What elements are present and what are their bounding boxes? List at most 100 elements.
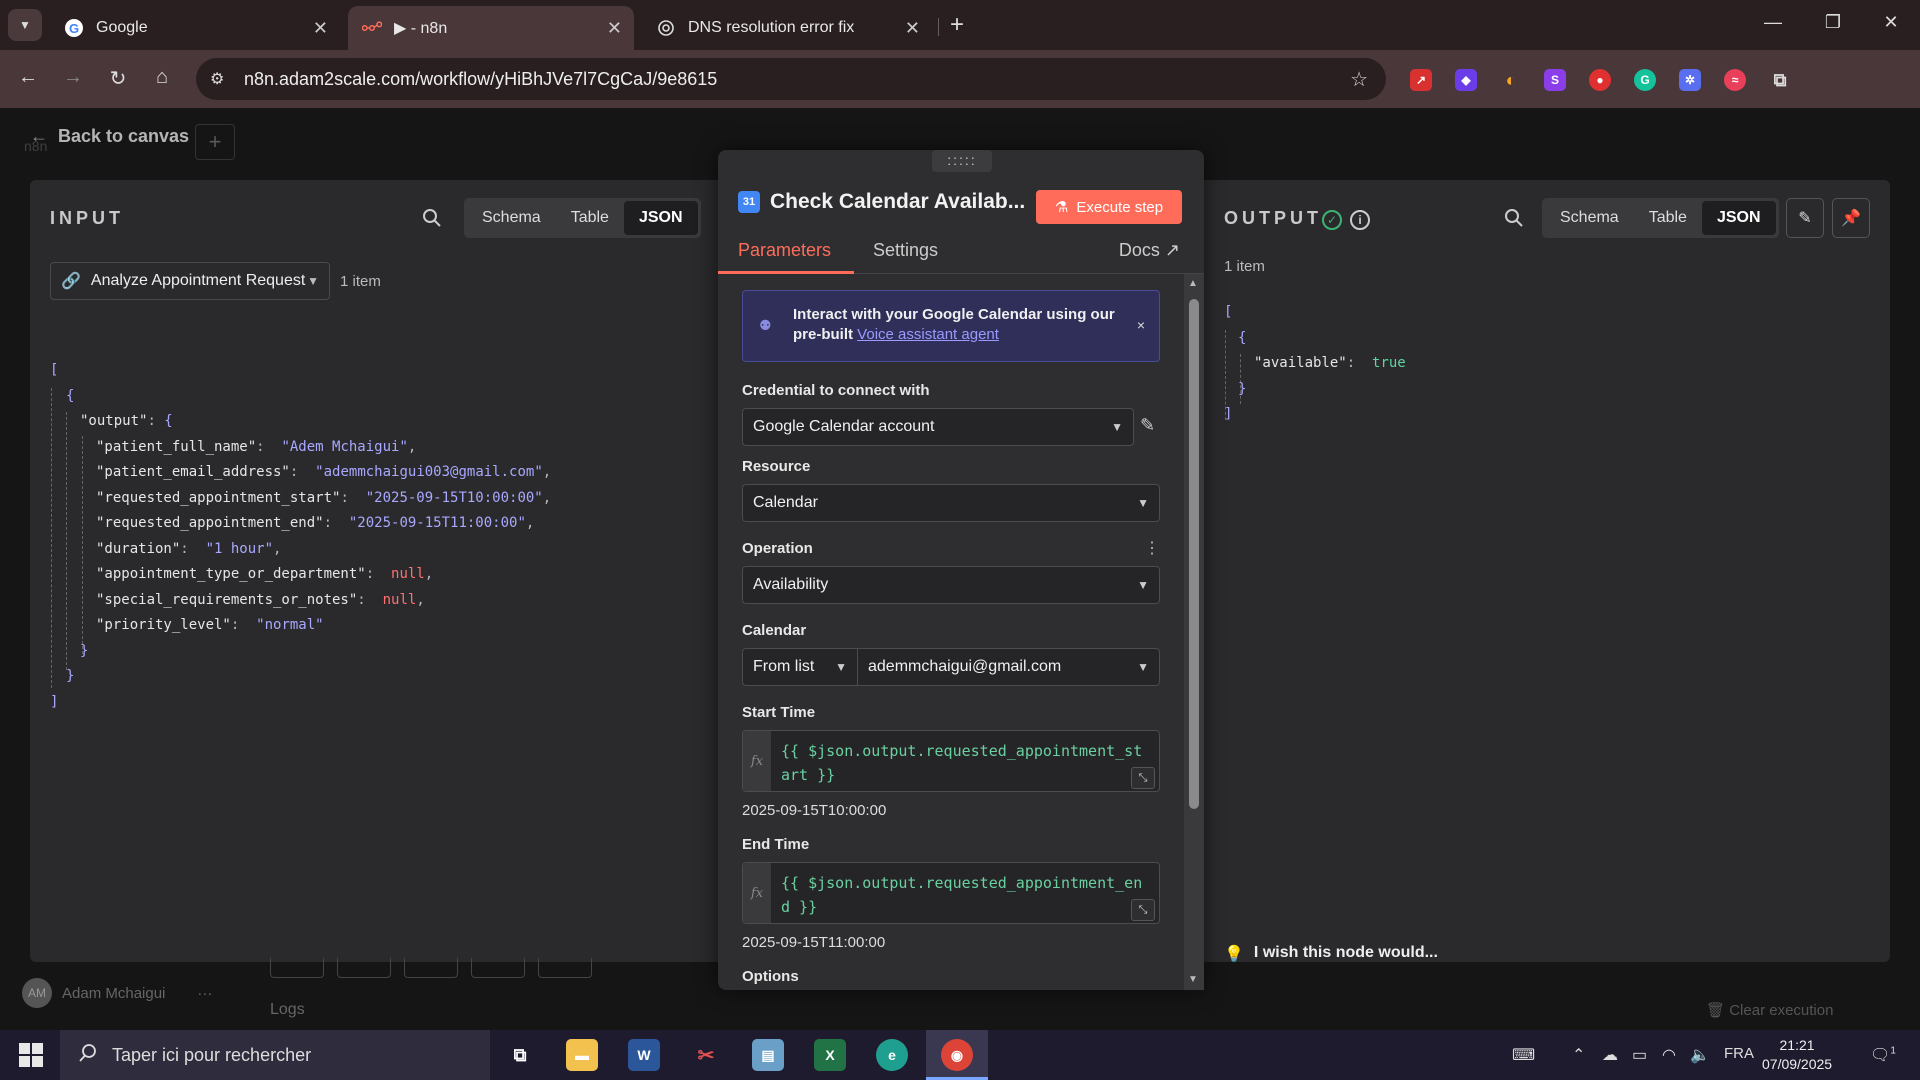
user-menu[interactable]: AM Adam Mchaigui ···: [22, 978, 212, 1008]
parameters-scrollbar[interactable]: ▲ ▼: [1184, 274, 1204, 990]
view-tab-schema[interactable]: Schema: [467, 201, 556, 235]
canvas-control[interactable]: [337, 958, 391, 978]
minimize-button[interactable]: —: [1750, 12, 1796, 33]
onedrive-cloud-icon[interactable]: ☁: [1602, 1045, 1618, 1065]
execute-step-button[interactable]: ⚗ Execute step: [1036, 190, 1182, 224]
feedback-prompt[interactable]: 💡 I wish this node would...: [1224, 944, 1438, 964]
search-icon[interactable]: [1504, 208, 1524, 234]
wifi-icon[interactable]: ◠: [1662, 1045, 1676, 1065]
site-info-icon[interactable]: ⚙: [210, 69, 232, 89]
close-icon[interactable]: ✕: [313, 18, 328, 39]
bookmark-star-icon[interactable]: ☆: [1350, 67, 1368, 92]
field-options-icon[interactable]: ⋮: [1144, 538, 1160, 558]
taskbar-search-input[interactable]: Taper ici pour rechercher: [60, 1030, 490, 1080]
node-title[interactable]: Check Calendar Availab...: [770, 190, 1025, 214]
scroll-up-icon[interactable]: ▲: [1188, 278, 1198, 289]
view-tab-schema[interactable]: Schema: [1545, 201, 1634, 235]
word-icon[interactable]: W: [628, 1039, 660, 1071]
input-json-view: [ { "output": { "patient_full_name": "Ad…: [50, 358, 551, 715]
tray-expand-icon[interactable]: ⌃: [1572, 1045, 1585, 1065]
drag-handle[interactable]: :::::: [932, 150, 992, 172]
url-text[interactable]: n8n.adam2scale.com/workflow/yHiBhJVe7l7C…: [244, 69, 717, 90]
address-bar[interactable]: ⚙ n8n.adam2scale.com/workflow/yHiBhJVe7l…: [196, 58, 1386, 100]
keyboard-icon[interactable]: ⌨: [1512, 1045, 1535, 1065]
output-item-count: 1 item: [1224, 258, 1265, 275]
extension-arrow-icon[interactable]: ↗: [1410, 69, 1432, 91]
scroll-down-icon[interactable]: ▼: [1188, 974, 1198, 985]
language-indicator[interactable]: FRA: [1724, 1045, 1754, 1062]
input-source-node-select[interactable]: 🔗 Analyze Appointment Request ▼: [50, 262, 330, 300]
scroll-thumb[interactable]: [1189, 299, 1199, 809]
resource-select[interactable]: Calendar ▼: [742, 484, 1160, 522]
home-icon[interactable]: ⌂: [148, 66, 176, 89]
json-value: true: [1372, 355, 1406, 371]
view-tab-table[interactable]: Table: [556, 201, 624, 235]
edit-credential-pencil-icon[interactable]: ✎: [1140, 415, 1155, 436]
notepad-icon[interactable]: ▤: [752, 1039, 784, 1071]
grammarly-icon[interactable]: G: [1634, 69, 1656, 91]
extension-s-icon[interactable]: S: [1544, 69, 1566, 91]
extension-diamond-icon[interactable]: ◆: [1455, 69, 1477, 91]
canvas-control[interactable]: [404, 958, 458, 978]
voice-agent-link[interactable]: Voice assistant agent: [857, 326, 999, 343]
calendar-select[interactable]: ademmchaigui@gmail.com ▼: [857, 648, 1160, 686]
end-time-expression-input[interactable]: fx {{ $json.output.requested_appointment…: [742, 862, 1160, 924]
expand-expression-icon[interactable]: ⤡: [1131, 767, 1155, 789]
windows-start-icon[interactable]: [12, 1042, 50, 1068]
extension-pokeball-icon[interactable]: ●: [1589, 69, 1611, 91]
canvas-control[interactable]: [270, 958, 324, 978]
file-explorer-icon[interactable]: ▬: [566, 1039, 598, 1071]
info-icon[interactable]: i: [1350, 210, 1370, 230]
resource-label: Resource: [742, 458, 811, 475]
edge-icon[interactable]: e: [876, 1039, 908, 1071]
input-title: INPUT: [50, 208, 124, 228]
end-time-expression[interactable]: {{ $json.output.requested_appointment_en…: [781, 871, 1151, 919]
logs-toggle[interactable]: Logs: [270, 1001, 305, 1019]
tab-parameters[interactable]: Parameters: [738, 240, 831, 261]
pin-data-icon[interactable]: 📌: [1832, 198, 1870, 238]
search-icon[interactable]: [422, 208, 442, 234]
notifications-icon[interactable]: 🗨1: [1870, 1045, 1896, 1065]
back-arrow-icon[interactable]: ←: [14, 66, 42, 89]
extensions-puzzle-icon[interactable]: ⧉: [1769, 69, 1791, 91]
reload-icon[interactable]: ↻: [104, 66, 132, 91]
view-tab-json[interactable]: JSON: [623, 201, 698, 235]
snipping-tool-icon[interactable]: ✂: [690, 1039, 722, 1071]
tab-n8n[interactable]: ▶ - n8n ✕: [348, 6, 634, 50]
excel-icon[interactable]: X: [814, 1039, 846, 1071]
tab-google[interactable]: G Google ✕: [50, 6, 340, 50]
restore-button[interactable]: ❐: [1810, 12, 1856, 33]
forward-arrow-icon[interactable]: →: [59, 66, 87, 89]
extension-gear-icon[interactable]: ✲: [1679, 69, 1701, 91]
tab-settings[interactable]: Settings: [873, 240, 938, 261]
new-tab-button[interactable]: +: [950, 13, 964, 37]
volume-icon[interactable]: 🔈: [1690, 1045, 1710, 1065]
extension-red-icon[interactable]: ≈: [1724, 69, 1746, 91]
start-time-expression[interactable]: {{ $json.output.requested_appointment_st…: [781, 739, 1151, 787]
task-view-icon[interactable]: ⧉: [504, 1039, 536, 1071]
canvas-control[interactable]: [538, 958, 592, 978]
close-icon[interactable]: ✕: [607, 18, 622, 39]
taskbar-clock[interactable]: 21:21 07/09/2025: [1762, 1036, 1832, 1074]
operation-select[interactable]: Availability ▼: [742, 566, 1160, 604]
battery-icon[interactable]: ▭: [1632, 1045, 1647, 1065]
canvas-control[interactable]: [471, 958, 525, 978]
start-time-expression-input[interactable]: fx {{ $json.output.requested_appointment…: [742, 730, 1160, 792]
docs-link[interactable]: Docs ↗: [1119, 240, 1180, 261]
tab-dns-fix[interactable]: DNS resolution error fix ✕: [642, 6, 932, 50]
calendar-mode-select[interactable]: From list ▼: [742, 648, 858, 686]
expand-expression-icon[interactable]: ⤡: [1131, 899, 1155, 921]
more-options-icon[interactable]: ···: [197, 985, 212, 1002]
clear-execution-button[interactable]: 🗑 Clear execution: [1706, 1001, 1833, 1019]
extension-moon-icon[interactable]: ◐: [1500, 69, 1522, 91]
window-close-button[interactable]: ✕: [1868, 12, 1914, 33]
view-tab-table[interactable]: Table: [1634, 201, 1702, 235]
chrome-icon[interactable]: ◉: [941, 1039, 973, 1071]
parameters-scroll-area[interactable]: ⚉ Interact with your Google Calendar usi…: [718, 274, 1184, 990]
edit-output-pencil-icon[interactable]: ✎: [1786, 198, 1824, 238]
close-icon[interactable]: ✕: [905, 18, 920, 39]
tab-search-menu-button[interactable]: ▼: [8, 9, 42, 41]
close-icon[interactable]: ×: [1137, 317, 1145, 333]
view-tab-json[interactable]: JSON: [1701, 201, 1776, 235]
credential-select[interactable]: Google Calendar account ▼: [742, 408, 1134, 446]
